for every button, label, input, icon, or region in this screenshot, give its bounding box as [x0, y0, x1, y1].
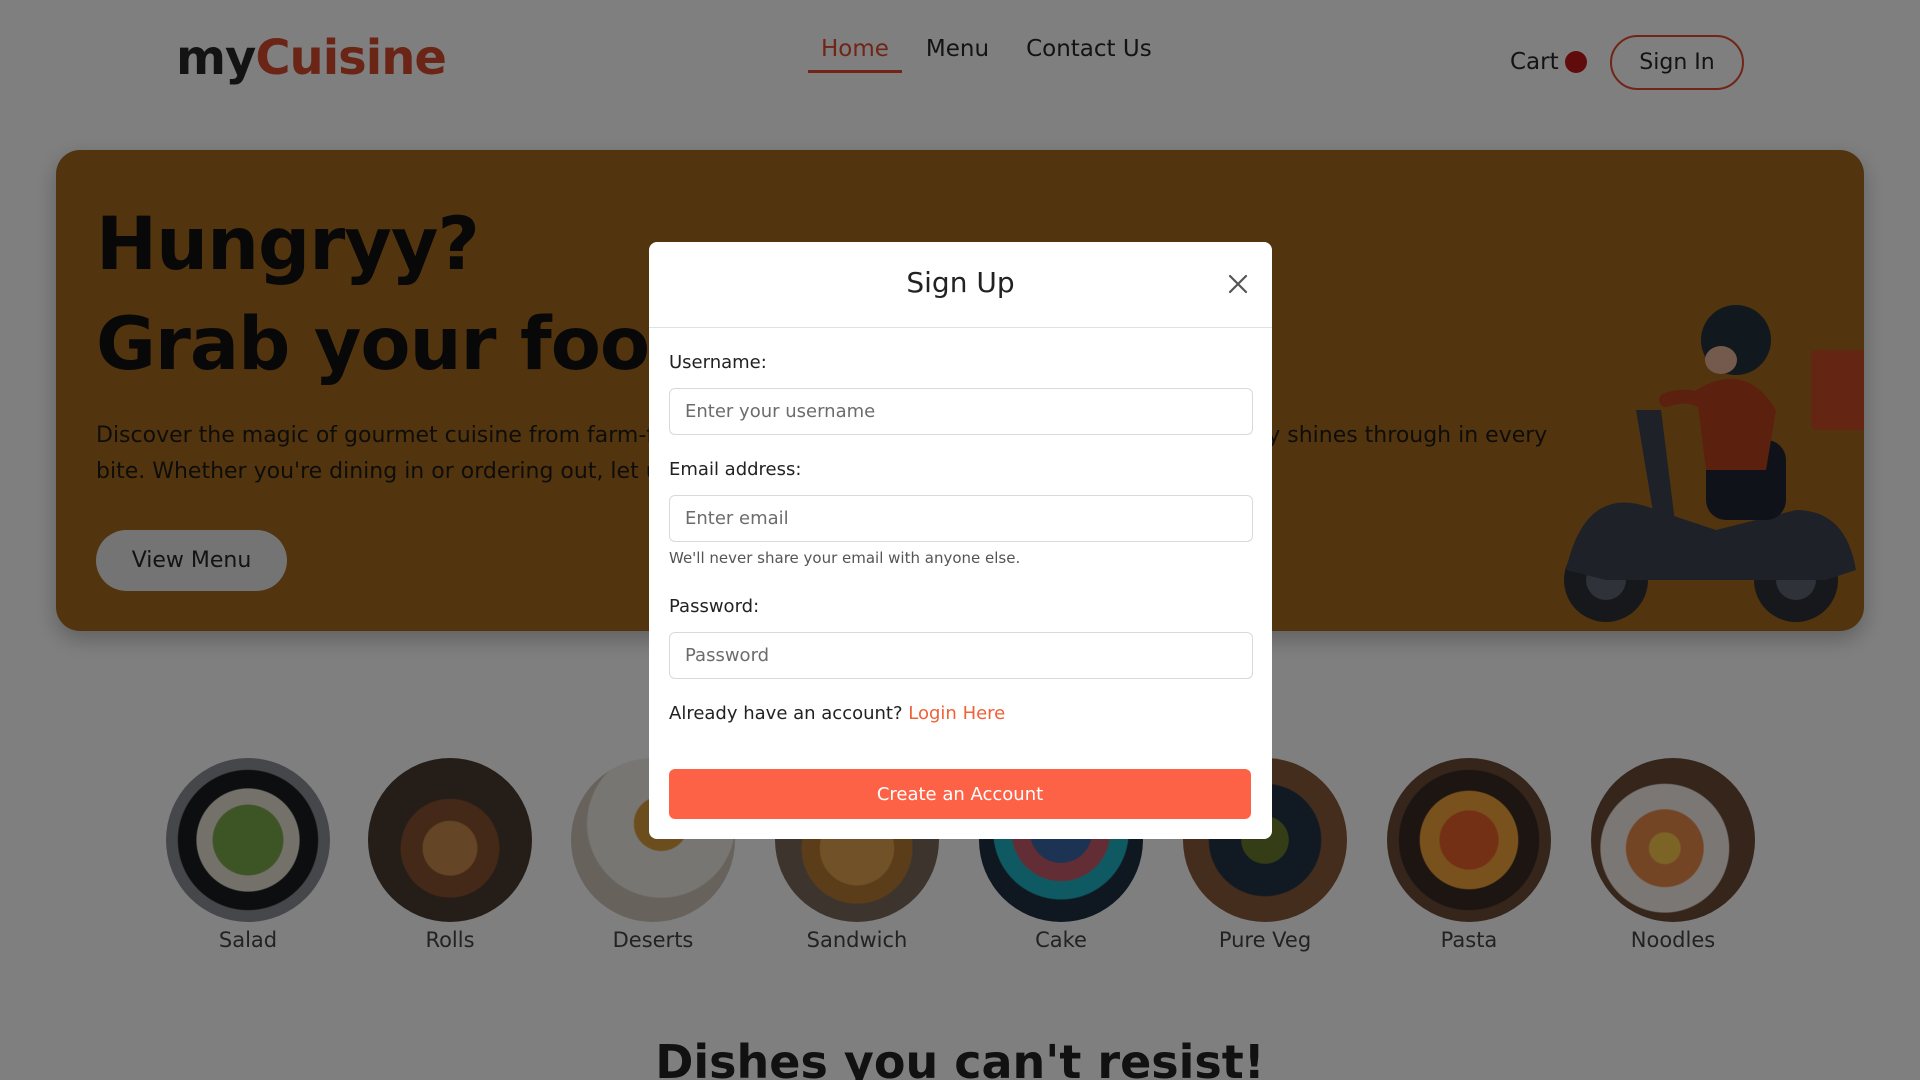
- password-label: Password:: [669, 596, 760, 617]
- username-label: Username:: [669, 352, 767, 373]
- email-label: Email address:: [669, 459, 802, 480]
- modal-title: Sign Up: [906, 266, 1015, 299]
- login-here-link[interactable]: Login Here: [908, 703, 1005, 724]
- create-account-button[interactable]: Create an Account: [669, 769, 1251, 819]
- modal-header: Sign Up: [649, 242, 1272, 328]
- sign-up-modal: Sign Up Username: Email address: We'll n…: [649, 242, 1272, 839]
- already-text: Already have an account?: [669, 703, 903, 724]
- password-input[interactable]: [669, 632, 1253, 679]
- email-help-text: We'll never share your email with anyone…: [669, 549, 1021, 567]
- already-have-account: Already have an account? Login Here: [669, 703, 1005, 724]
- close-icon[interactable]: [1220, 266, 1256, 302]
- username-input[interactable]: [669, 388, 1253, 435]
- email-input[interactable]: [669, 495, 1253, 542]
